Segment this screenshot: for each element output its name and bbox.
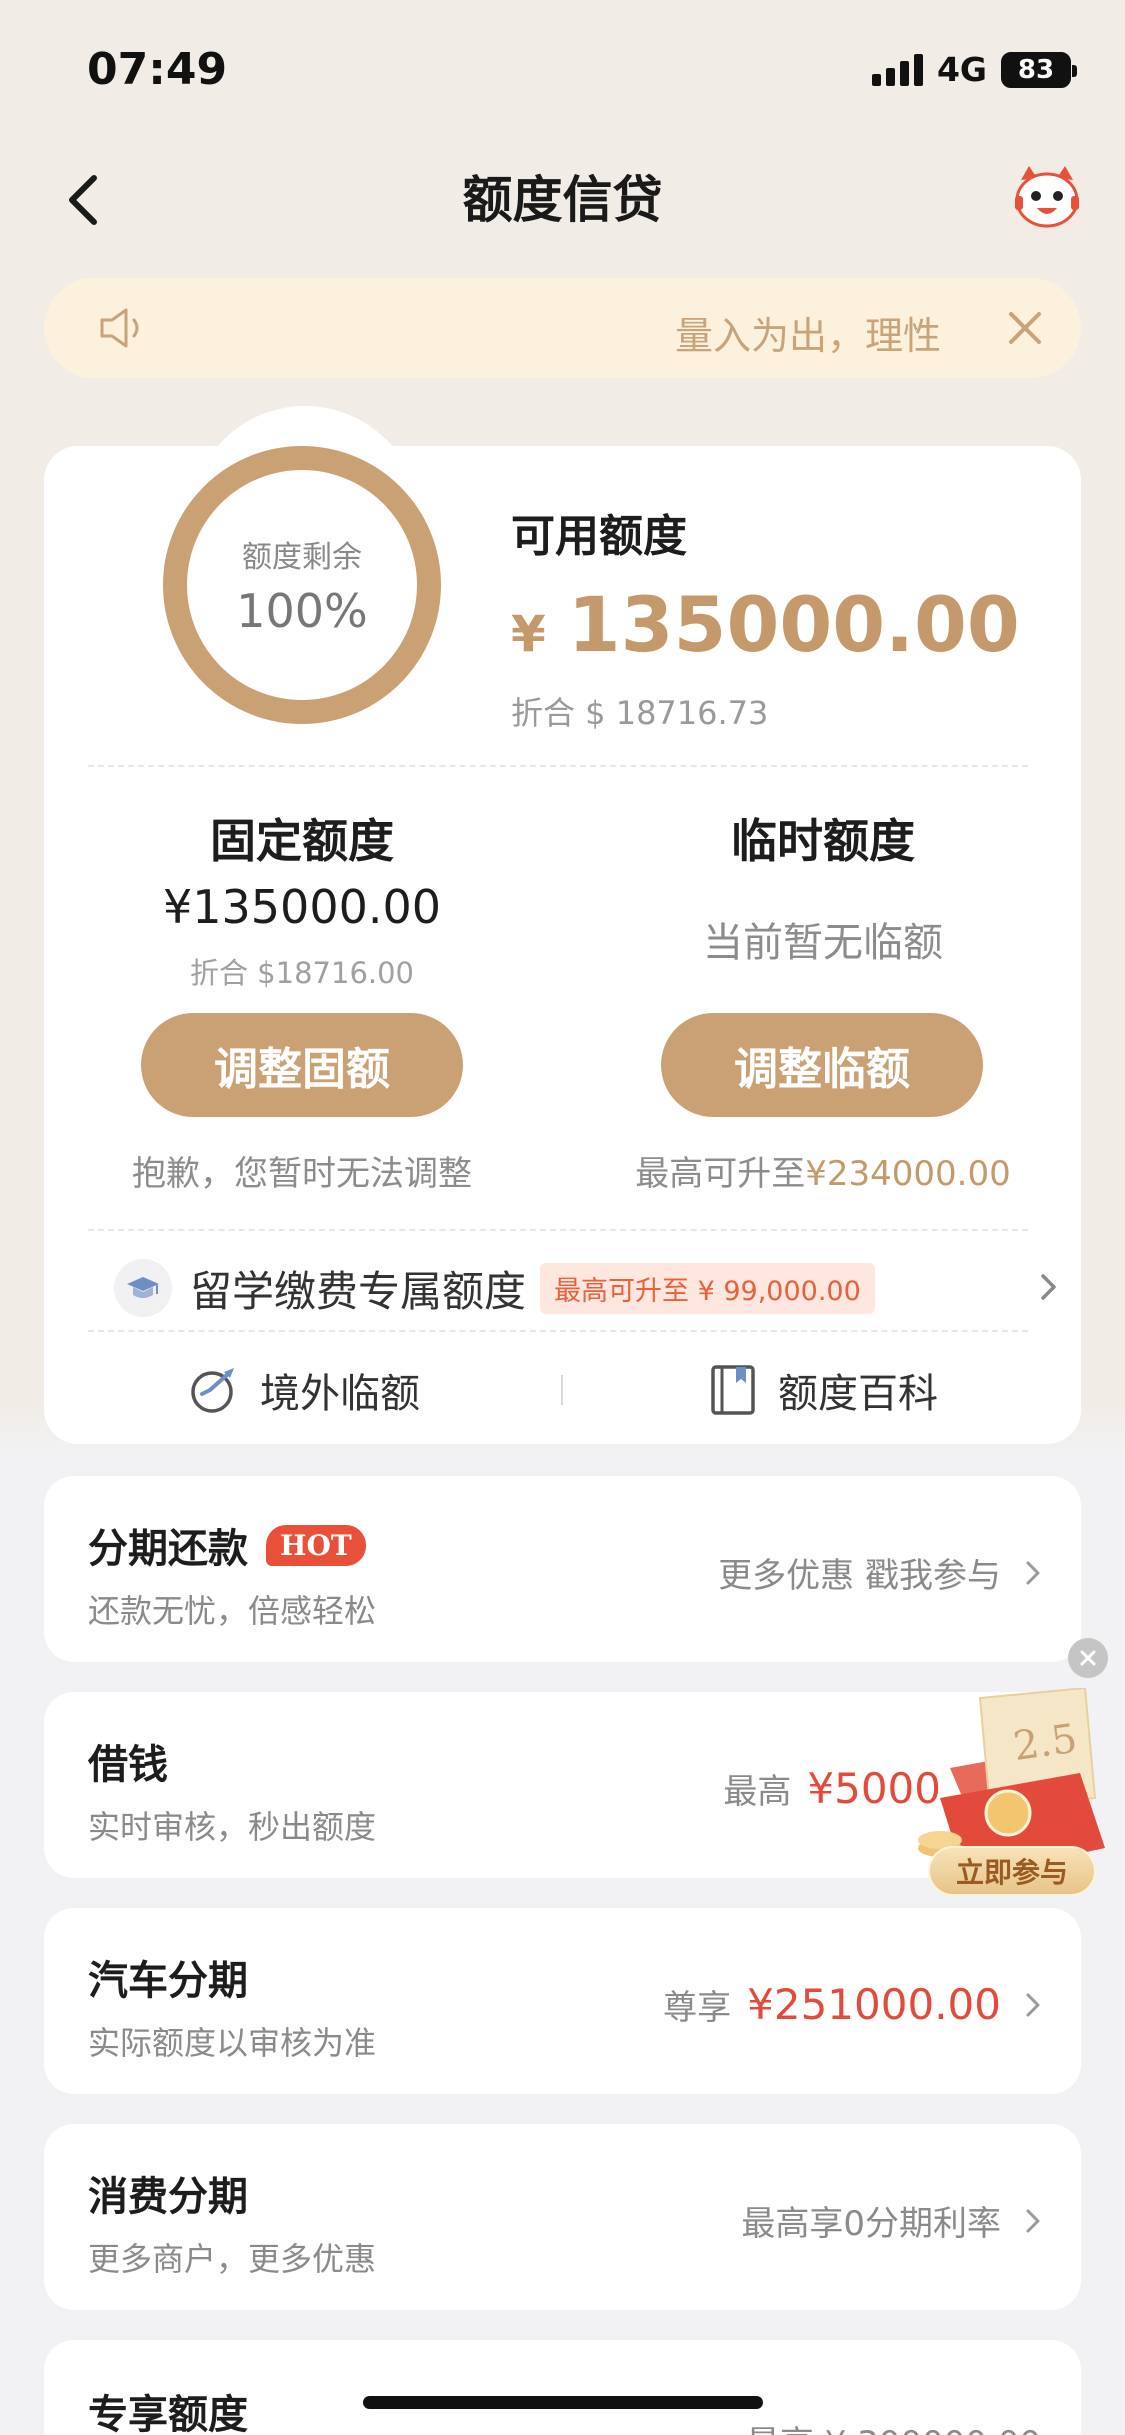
service-right-prefix: 尊享 xyxy=(663,1988,732,2028)
promo-tag: 2.5 xyxy=(1011,1716,1080,1770)
chevron-right-icon xyxy=(1026,2209,1040,2232)
service-right-text: 最高享0分期利率 xyxy=(741,2204,1001,2244)
temporary-note-amount: ¥234000.00 xyxy=(805,1154,1011,1194)
link-separator xyxy=(561,1375,563,1405)
battery-icon: 83 xyxy=(1001,51,1077,88)
service-right-text: 最高 ¥ 300000.00 xyxy=(746,2416,1041,2435)
network-type: 4G xyxy=(936,50,987,89)
service-right-prefix: 最高 xyxy=(723,1772,792,1812)
graduation-cap-icon xyxy=(114,1259,172,1317)
temporary-credit-title: 临时额度 xyxy=(731,814,915,868)
chevron-right-icon xyxy=(1026,1561,1040,1584)
service-right-text: 更多优惠 戳我参与 xyxy=(718,1556,1001,1596)
study-abroad-label: 留学缴费专属额度 xyxy=(190,1266,527,1316)
page-title: 额度信贷 xyxy=(462,171,663,229)
fixed-adjust-note: 抱歉，您暂时无法调整 xyxy=(132,1154,472,1194)
fixed-credit-usd: 折合 $18716.00 xyxy=(189,956,415,990)
book-icon xyxy=(711,1365,755,1415)
available-credit-amount: ¥ 135000.00 xyxy=(511,580,1020,669)
hot-badge: HOT xyxy=(266,1524,366,1566)
close-icon[interactable] xyxy=(1005,308,1045,348)
quota-remaining-ring: 额度剩余 100% xyxy=(163,446,441,724)
service-name: 汽车分期 xyxy=(88,1958,248,2004)
join-now-button[interactable]: 立即参与 xyxy=(928,1846,1096,1896)
service-subtitle: 还款无忧，倍感轻松 xyxy=(88,1592,377,1630)
divider xyxy=(88,765,1028,767)
divider xyxy=(88,1330,1028,1332)
available-credit-label: 可用额度 xyxy=(511,511,687,562)
overseas-temp-credit-label: 境外临额 xyxy=(260,1371,420,1417)
fixed-credit-amount: ¥135000.00 xyxy=(162,880,442,934)
service-card-exclusive-credit[interactable]: 专享额度 最高 ¥ 300000.00 xyxy=(44,2340,1081,2435)
adjust-fixed-button[interactable]: 调整固额 xyxy=(141,1013,463,1117)
ring-percent: 100% xyxy=(236,584,368,638)
study-abroad-credit-row[interactable]: 留学缴费专属额度 最高可升至 ¥ 99,000.00 xyxy=(114,1258,875,1318)
service-name: 分期还款 xyxy=(88,1526,248,1572)
service-right-value: ¥251000.00 xyxy=(747,1980,1001,2029)
available-amount-value: 135000.00 xyxy=(567,580,1020,669)
speaker-icon xyxy=(100,308,139,348)
temporary-credit-status: 当前暂无临额 xyxy=(703,920,943,966)
notice-bar: 量入为出，理性 xyxy=(44,278,1081,378)
chevron-right-icon[interactable] xyxy=(1039,1272,1059,1302)
battery-level: 83 xyxy=(1017,54,1055,85)
service-name: 专享额度 xyxy=(88,2392,248,2435)
credit-wiki-label: 额度百科 xyxy=(778,1371,938,1417)
service-card-consumer-installment[interactable]: 消费分期 更多商户，更多优惠 最高享0分期利率 xyxy=(44,2124,1081,2310)
adjust-temporary-button[interactable]: 调整临额 xyxy=(661,1013,983,1117)
credit-wiki-link[interactable]: 额度百科 xyxy=(708,1360,938,1420)
ring-label: 额度剩余 xyxy=(242,540,362,575)
temporary-adjust-note: 最高可升至¥234000.00 xyxy=(603,1146,1043,1195)
promo-close-button[interactable] xyxy=(1068,1638,1108,1678)
available-usd: 折合 $ 18716.73 xyxy=(511,694,769,732)
fixed-credit-title: 固定额度 xyxy=(210,814,394,868)
service-name: 消费分期 xyxy=(88,2174,248,2220)
status-time: 07:49 xyxy=(87,44,228,95)
study-abroad-badge: 最高可升至 ¥ 99,000.00 xyxy=(540,1262,875,1314)
notice-text: 量入为出，理性 xyxy=(674,314,941,358)
temporary-note-prefix: 最高可升至 xyxy=(635,1154,806,1194)
service-name: 借钱 xyxy=(88,1742,168,1788)
status-indicators: 4G 83 xyxy=(871,50,1077,89)
signal-icon xyxy=(871,53,923,86)
divider xyxy=(88,1229,1028,1231)
close-icon xyxy=(1080,1650,1096,1666)
service-card-car-installment[interactable]: 汽车分期 实际额度以审核为准 尊享 ¥251000.00 xyxy=(44,1908,1081,2094)
currency-symbol: ¥ xyxy=(511,605,546,663)
chevron-right-icon xyxy=(1026,1993,1040,2016)
service-subtitle: 实时审核，秒出额度 xyxy=(88,1808,377,1846)
mascot-assistant-icon[interactable] xyxy=(1011,162,1083,234)
overseas-temp-credit-link[interactable]: 境外临额 xyxy=(188,1360,420,1420)
service-subtitle: 实际额度以审核为准 xyxy=(88,2024,377,2062)
plane-globe-icon xyxy=(191,1368,234,1413)
service-subtitle: 更多商户，更多优惠 xyxy=(88,2240,377,2278)
home-indicator xyxy=(363,2396,763,2409)
service-card-installment-repayment[interactable]: 分期还款 HOT 还款无忧，倍感轻松 更多优惠 戳我参与 xyxy=(44,1476,1081,1662)
